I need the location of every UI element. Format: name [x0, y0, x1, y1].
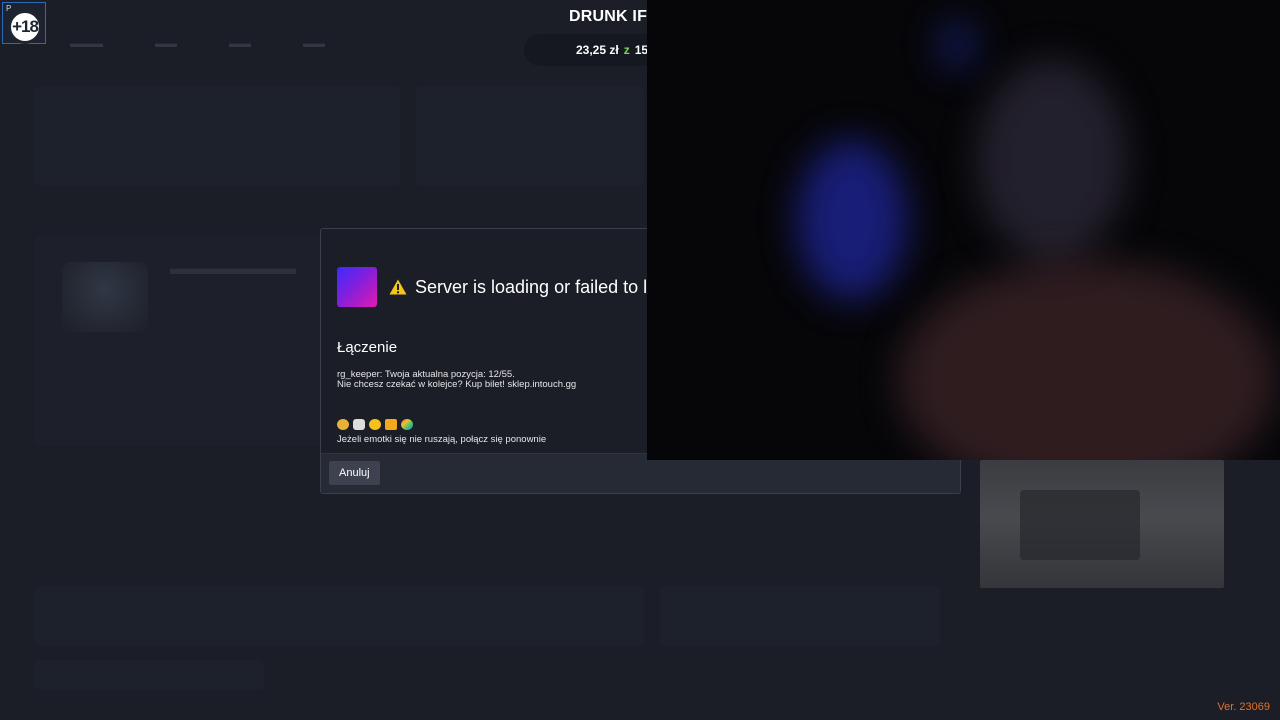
stream-title: DRUNK IF: [569, 8, 648, 25]
currency-icon: z: [623, 43, 630, 57]
badge-corner-text: P: [6, 4, 12, 13]
webcam-body: [897, 260, 1277, 460]
crown-emoji-icon: [385, 418, 397, 430]
age-18-icon: +18: [8, 10, 42, 44]
webcam-face: [977, 60, 1127, 260]
sun-emoji-icon: [369, 418, 381, 430]
cancel-button[interactable]: Anuluj: [329, 461, 380, 485]
warning-icon: [389, 279, 407, 295]
webcam-light: [797, 140, 907, 300]
balance-amount: 23,25 zł: [576, 43, 619, 57]
rainbow-emoji-icon: [401, 418, 413, 430]
age-rating-badge: P +18: [2, 2, 46, 44]
sunglasses-emoji-icon: [337, 418, 349, 430]
coffee-emoji-icon: [353, 418, 365, 430]
server-icon: [337, 267, 377, 307]
webcam-light: [937, 20, 977, 70]
webcam-overlay: [647, 0, 1280, 460]
version-label: Ver. 23069: [1217, 701, 1270, 713]
dialog-title: Server is loading or failed to lo: [415, 276, 658, 297]
